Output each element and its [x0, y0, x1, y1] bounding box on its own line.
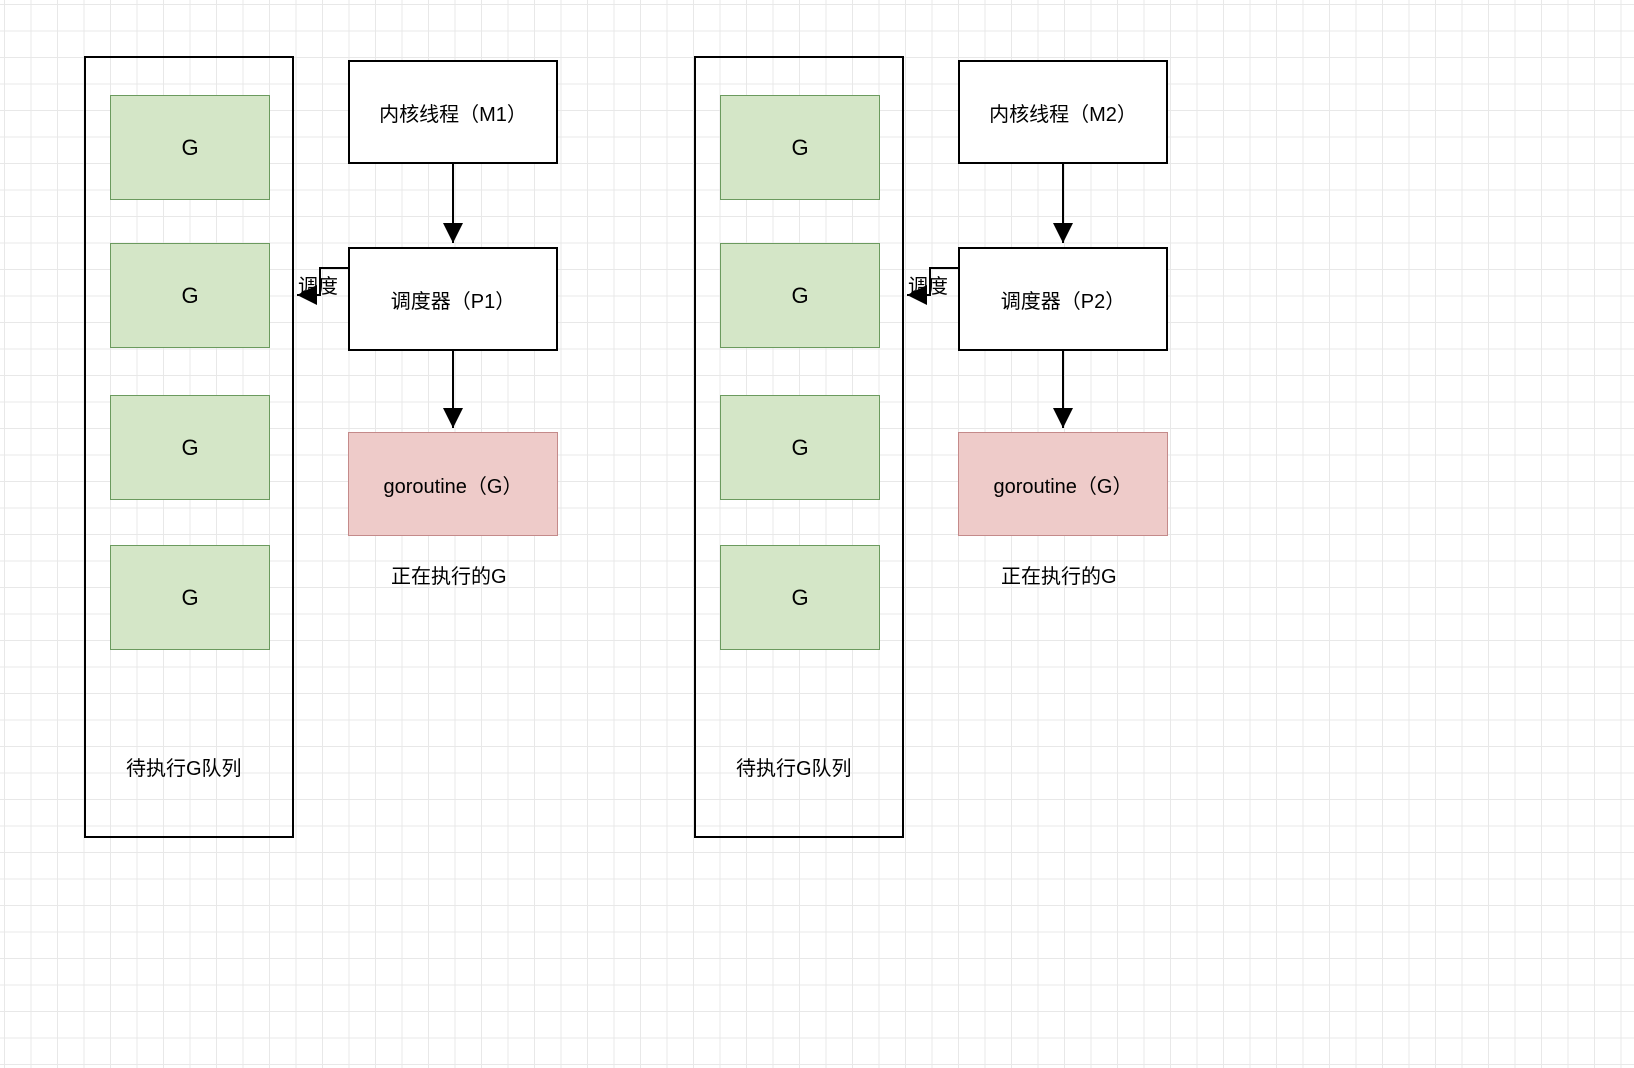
g-label: G [181, 585, 198, 611]
queue-label-1: 待执行G队列 [126, 752, 242, 781]
g-label: G [181, 135, 198, 161]
g-box: G [720, 95, 880, 200]
g-box: G [720, 243, 880, 348]
g-box: G [110, 395, 270, 500]
g-label: G [791, 585, 808, 611]
g-box: G [110, 545, 270, 650]
kernel-thread-box: 内核线程（M2） [958, 60, 1168, 164]
diagram-canvas: G G G G 待执行G队列 内核线程（M1） 调度器（P1） goroutin… [0, 0, 1634, 1068]
g-box: G [110, 95, 270, 200]
scheduler-box: 调度器（P1） [348, 247, 558, 351]
g-label: G [791, 435, 808, 461]
g-box: G [110, 243, 270, 348]
schedule-edge-label-2: 调度 [908, 270, 948, 299]
g-label: G [181, 283, 198, 309]
scheduler-label: 调度器（P2） [1001, 285, 1125, 314]
scheduler-label: 调度器（P1） [391, 285, 515, 314]
g-label: G [791, 135, 808, 161]
goroutine-box: goroutine（G） [958, 432, 1168, 536]
kernel-thread-box: 内核线程（M1） [348, 60, 558, 164]
kernel-thread-label: 内核线程（M1） [379, 98, 527, 127]
goroutine-label: goroutine（G） [994, 470, 1133, 499]
queue-label-2: 待执行G队列 [736, 752, 852, 781]
scheduler-box: 调度器（P2） [958, 247, 1168, 351]
g-label: G [181, 435, 198, 461]
g-label: G [791, 283, 808, 309]
goroutine-box: goroutine（G） [348, 432, 558, 536]
kernel-thread-label: 内核线程（M2） [989, 98, 1137, 127]
goroutine-label: goroutine（G） [384, 470, 523, 499]
g-box: G [720, 545, 880, 650]
schedule-edge-label-1: 调度 [298, 270, 338, 299]
g-box: G [720, 395, 880, 500]
running-label-2: 正在执行的G [1001, 560, 1117, 589]
running-label-1: 正在执行的G [391, 560, 507, 589]
